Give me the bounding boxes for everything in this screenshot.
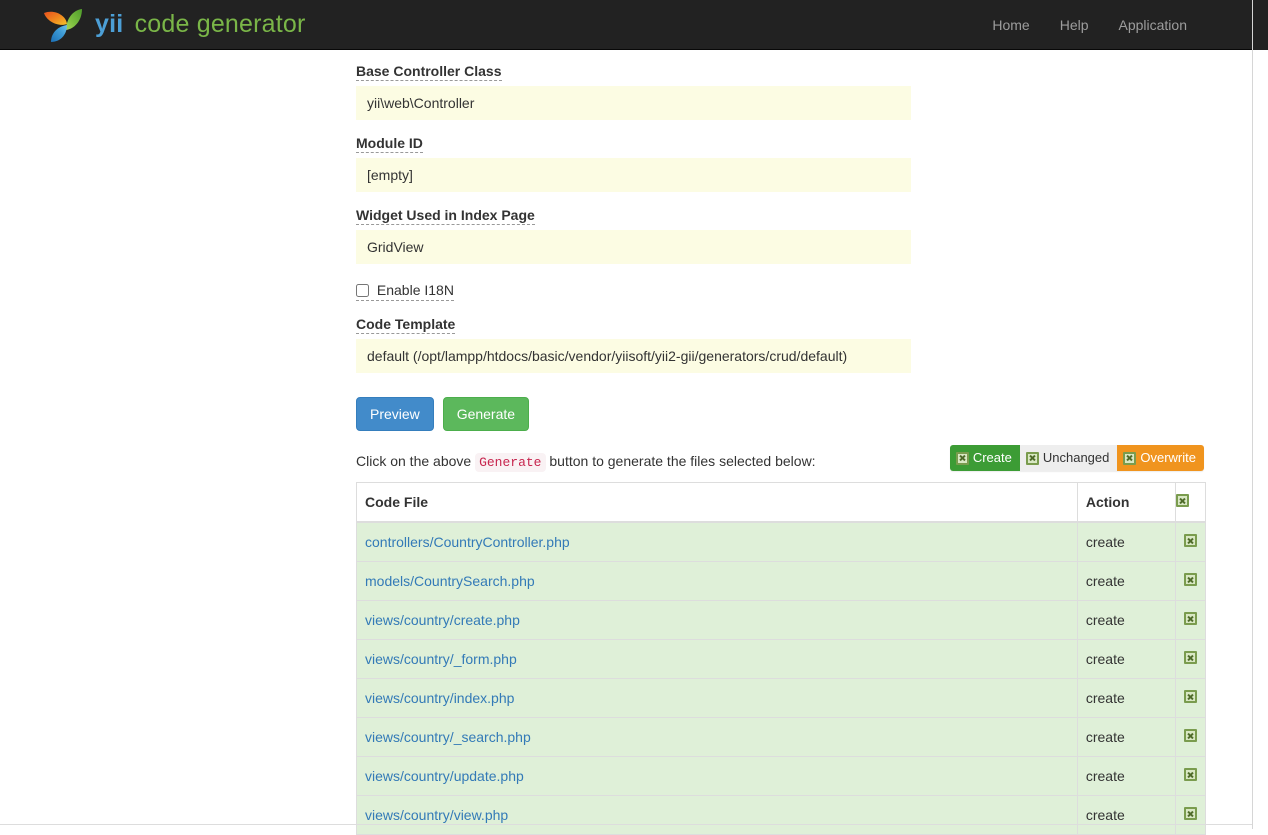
generate-button[interactable]: Generate	[442, 397, 530, 431]
cell-code-file: views/country/update.php	[356, 756, 1078, 796]
cell-select[interactable]	[1174, 561, 1207, 601]
field-module-id: Module ID [empty]	[356, 135, 1226, 192]
field-value-base-controller-class[interactable]: yii\web\Controller	[356, 86, 911, 120]
broken-image-icon	[1025, 451, 1039, 465]
file-link[interactable]: views/country/update.php	[365, 768, 524, 784]
field-label-index-widget[interactable]: Widget Used in Index Page	[356, 207, 535, 225]
page-scrollbar[interactable]	[1252, 0, 1268, 829]
cell-code-file: views/country/_form.php	[356, 639, 1078, 679]
file-link[interactable]: views/country/index.php	[365, 690, 514, 706]
footer-divider	[0, 824, 1268, 825]
cell-code-file: controllers/CountryController.php	[356, 521, 1078, 562]
cell-action: create	[1076, 639, 1176, 679]
broken-image-icon	[955, 451, 969, 465]
field-value-module-id[interactable]: [empty]	[356, 158, 911, 192]
file-link[interactable]: models/CountrySearch.php	[365, 573, 535, 589]
generate-hint-code: Generate	[475, 453, 546, 472]
broken-image-icon	[1183, 768, 1197, 781]
field-index-widget: Widget Used in Index Page GridView	[356, 207, 1226, 264]
broken-image-icon	[1183, 573, 1197, 586]
cell-action: create	[1076, 561, 1176, 601]
column-header-code-file: Code File	[356, 482, 1078, 523]
enable-i18n-label[interactable]: Enable I18N	[356, 282, 454, 301]
action-buttons: Preview Generate	[356, 397, 1226, 431]
field-label-code-template[interactable]: Code Template	[356, 316, 456, 334]
generate-hint-after: button to generate the files selected be…	[545, 453, 816, 469]
broken-image-icon	[1183, 690, 1197, 703]
table-row: models/CountrySearch.php create	[356, 561, 1207, 601]
enable-i18n-checkbox[interactable]	[356, 284, 369, 297]
nav-link-home[interactable]: Home	[977, 0, 1044, 50]
legend-item-overwrite[interactable]: Overwrite	[1117, 445, 1204, 471]
file-link[interactable]: views/country/_search.php	[365, 729, 531, 745]
field-label-base-controller-class[interactable]: Base Controller Class	[356, 63, 502, 81]
page-container: Base Controller Class yii\web\Controller…	[0, 50, 1250, 835]
cell-select[interactable]	[1174, 678, 1207, 718]
enable-i18n-label-text: Enable I18N	[376, 282, 454, 298]
file-link[interactable]: controllers/CountryController.php	[365, 534, 570, 550]
broken-image-icon	[1175, 494, 1189, 507]
generate-hint-before: Click on the above	[356, 453, 476, 469]
scrollbar-top-cap	[1253, 0, 1268, 50]
field-enable-i18n: Enable I18N	[356, 282, 1226, 301]
table-row: views/country/_form.php create	[356, 639, 1207, 679]
file-link[interactable]: views/country/create.php	[365, 612, 520, 628]
cell-select[interactable]	[1174, 756, 1207, 796]
brand-title-secondary: code generator	[134, 10, 306, 38]
field-value-index-widget[interactable]: GridView	[356, 230, 911, 264]
table-row: views/country/_search.php create	[356, 717, 1207, 757]
column-header-action: Action	[1076, 482, 1176, 523]
preview-button[interactable]: Preview	[356, 397, 434, 431]
broken-image-icon	[1183, 612, 1197, 625]
brand-title-primary: yii	[95, 10, 124, 38]
brand-title: yii code generator	[95, 10, 306, 39]
legend-item-create[interactable]: Create	[949, 445, 1020, 471]
field-value-code-template[interactable]: default (/opt/lampp/htdocs/basic/vendor/…	[356, 339, 911, 373]
broken-image-icon	[1183, 534, 1197, 547]
table-row: views/country/create.php create	[356, 600, 1207, 640]
cell-code-file: views/country/create.php	[356, 600, 1078, 640]
legend-label-unchanged: Unchanged	[1042, 450, 1110, 465]
table-body: controllers/CountryController.php create…	[356, 521, 1207, 835]
nav-link-help[interactable]: Help	[1045, 0, 1104, 50]
field-label-module-id[interactable]: Module ID	[356, 135, 423, 153]
cell-action: create	[1076, 756, 1176, 796]
cell-code-file: models/CountrySearch.php	[356, 561, 1078, 601]
top-navbar: yii code generator Home Help Application	[0, 0, 1268, 50]
legend-item-unchanged[interactable]: Unchanged	[1019, 445, 1118, 471]
code-files-table: Code File Action controllers/CountryCont…	[356, 482, 1207, 835]
cell-select[interactable]	[1174, 521, 1207, 562]
table-row: controllers/CountryController.php create	[356, 521, 1207, 562]
navbar-links: Home Help Application	[977, 0, 1202, 50]
cell-code-file: views/country/index.php	[356, 678, 1078, 718]
broken-image-icon	[1123, 451, 1137, 465]
field-code-template: Code Template default (/opt/lampp/htdocs…	[356, 316, 1226, 373]
table-header-row: Code File Action	[356, 482, 1207, 523]
cell-select[interactable]	[1174, 717, 1207, 757]
cell-select[interactable]	[1174, 600, 1207, 640]
legend-label-overwrite: Overwrite	[1140, 450, 1196, 465]
generator-form: Base Controller Class yii\web\Controller…	[356, 50, 1226, 835]
nav-link-application[interactable]: Application	[1104, 0, 1203, 50]
table-row: views/country/index.php create	[356, 678, 1207, 718]
cell-action: create	[1076, 521, 1176, 562]
field-base-controller-class: Base Controller Class yii\web\Controller	[356, 63, 1226, 120]
broken-image-icon	[1183, 651, 1197, 664]
cell-code-file: views/country/_search.php	[356, 717, 1078, 757]
file-link[interactable]: views/country/_form.php	[365, 651, 517, 667]
file-link[interactable]: views/country/view.php	[365, 807, 508, 823]
column-header-select-all[interactable]	[1174, 482, 1207, 523]
yii-logo-icon	[42, 5, 86, 45]
brand-logo-link[interactable]: yii code generator	[42, 5, 306, 45]
cell-select[interactable]	[1174, 639, 1207, 679]
status-legend: Create Unchanged Overwrite	[949, 445, 1204, 471]
cell-action: create	[1076, 600, 1176, 640]
broken-image-icon	[1183, 729, 1197, 742]
broken-image-icon	[1183, 807, 1197, 820]
cell-action: create	[1076, 678, 1176, 718]
legend-label-create: Create	[972, 450, 1012, 465]
table-row: views/country/update.php create	[356, 756, 1207, 796]
cell-action: create	[1076, 717, 1176, 757]
